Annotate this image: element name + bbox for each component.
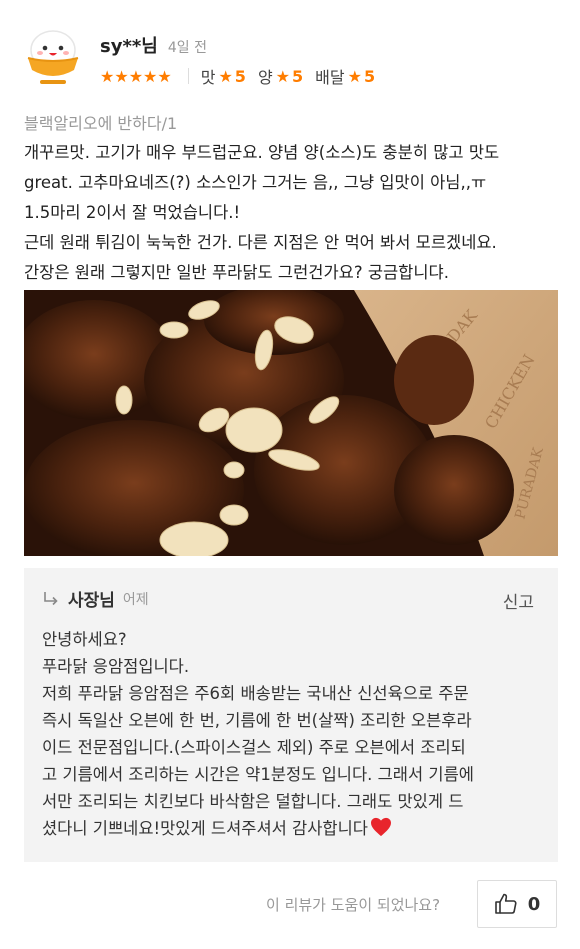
taste-rating: 맛 ★ 5 (201, 64, 246, 88)
thumbs-up-icon (494, 893, 517, 914)
username: sy**님 (100, 36, 158, 57)
delivery-value: 5 (363, 66, 376, 86)
rating-line: ★★★★★ 맛 ★ 5 양 ★ 5 배달 ★ 5 (100, 64, 387, 88)
reply-line: 즉시 독일산 오븐에 한 번, 기름에 한 번(살짝) 조리한 오븐후라 (42, 711, 472, 730)
rice-bowl-avatar-icon (27, 30, 79, 84)
user-line: sy**님 4일 전 (100, 32, 207, 58)
owner-name: 사장님 (68, 591, 115, 611)
reply-arrow-icon (44, 591, 58, 605)
quantity-value: 5 (292, 66, 304, 86)
rating-divider (187, 68, 189, 84)
reply-time: 어제 (122, 591, 149, 608)
review-line: 1.5마리 2이서 잘 먹었습니다.! (24, 203, 241, 222)
reply-last-line-wrap: 셨다니 기쁘네요!맛있게 드셔주셔서 감사합니다 (42, 815, 542, 842)
reply-line: 안녕하세요? (42, 630, 127, 649)
taste-label: 맛 (200, 68, 216, 87)
report-button[interactable]: 신고 (503, 588, 534, 613)
review-text: 개꾸르맛. 고기가 매우 부드럽군요. 양념 양(소스)도 충분히 많고 맛도 … (24, 138, 564, 288)
quantity-rating: 양 ★ 5 (258, 64, 303, 88)
like-button[interactable]: 0 (477, 880, 557, 928)
star-icon: ★ (347, 66, 362, 86)
reply-line: 고 기름에서 조리하는 시간은 약1분정도 입니다. 그래서 기름에 (42, 765, 474, 784)
heart-icon (370, 817, 391, 837)
reply-line: 셨다니 기쁘네요!맛있게 드셔주셔서 감사합니다 (42, 819, 368, 838)
reply-line: 서만 조리되는 치킨보다 바삭함은 덜합니다. 그래도 맛있게 드 (42, 792, 464, 811)
star-icon: ★ (218, 66, 233, 86)
star-icon: ★ (275, 66, 291, 86)
reply-line: 저희 푸라닭 응암점은 주6회 배송받는 국내산 신선육으로 주문 (42, 684, 469, 703)
overall-stars: ★★★★★ (100, 66, 172, 86)
delivery-label: 배달 (315, 68, 345, 87)
review-header: sy**님 4일 전 ★★★★★ 맛 ★ 5 양 ★ 5 배달 ★ 5 (24, 22, 564, 92)
review-line: 간장은 원래 그렇지만 일반 푸라닭도 그런건가요? 궁금합니댜. (24, 263, 449, 282)
reply-line: 푸라닭 응암점입니다. (42, 657, 190, 676)
taste-value: 5 (234, 66, 246, 86)
helpful-question: 이 리뷰가 도움이 되었나요? (266, 896, 441, 914)
reply-line: 이드 전문점입니다.(스파이스걸스 제외) 주로 오븐에서 조리되 (42, 738, 466, 757)
reply-text: 안녕하세요? 푸라닭 응암점입니다. 저희 푸라닭 응암점은 주6회 배송받는 … (42, 626, 542, 842)
review-line: great. 고추마요네즈(?) 소스인가 그거는 음,, 그냥 입맛이 아님,… (24, 173, 487, 192)
review-line: 근데 원래 튀김이 눅눅한 건가. 다른 지점은 안 먹어 봐서 모르겠네요. (24, 233, 497, 252)
owner-reply: 사장님 어제 신고 안녕하세요? 푸라닭 응암점입니다. 저희 푸라닭 응암점은… (24, 568, 558, 862)
like-count: 0 (527, 893, 541, 915)
review-photo[interactable]: PURADAK CHICKEN PURADAK (24, 290, 558, 556)
reply-header: 사장님 어제 (42, 586, 149, 611)
review-line: 개꾸르맛. 고기가 매우 부드럽군요. 양념 양(소스)도 충분히 많고 맛도 (24, 143, 500, 162)
quantity-label: 양 (257, 68, 273, 87)
ordered-menu: 블랙알리오에 반하다/1 (24, 114, 178, 133)
delivery-rating: 배달 ★ 5 (315, 64, 375, 88)
review-time: 4일 전 (167, 40, 207, 56)
